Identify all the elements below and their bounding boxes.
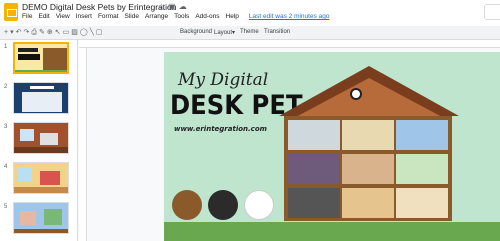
slide-url-text[interactable]: www.erintegration.com <box>174 125 267 133</box>
room-kitchen <box>342 154 394 184</box>
menu-tools[interactable]: Tools <box>174 13 189 20</box>
horizontal-ruler <box>79 40 500 48</box>
slide-thumbnail-panel: 1 2 3 4 5 <box>0 40 78 241</box>
vertical-ruler <box>79 48 87 241</box>
slide-thumbnail-4[interactable] <box>13 162 69 194</box>
brown-bear-pet-icon <box>172 190 202 220</box>
room-garage <box>396 188 448 218</box>
room-living <box>288 120 340 150</box>
menu-help[interactable]: Help <box>226 13 239 20</box>
move-folder-icon[interactable]: ▣ <box>168 2 179 11</box>
menu-view[interactable]: View <box>56 13 70 20</box>
slides-logo-icon[interactable] <box>4 3 18 21</box>
comment-icon[interactable]: ▢ <box>96 29 105 36</box>
slide-number: 4 <box>4 164 8 170</box>
slide-number: 2 <box>4 84 8 90</box>
background-button[interactable]: Background <box>180 29 212 35</box>
toolbar-icons: +▾↶↷⎙✎⊕↖▭▨◯╲▢ <box>4 28 105 37</box>
cloud-status-icon[interactable]: ☁ <box>179 2 190 11</box>
image-icon[interactable]: ▨ <box>71 29 80 36</box>
last-edit-link[interactable]: Last edit was 2 minutes ago <box>249 13 330 20</box>
menu-arrange[interactable]: Arrange <box>145 13 168 20</box>
menu-addons[interactable]: Add-ons <box>195 13 219 20</box>
grass-ground <box>164 222 500 241</box>
white-bear-pet-icon <box>244 190 274 220</box>
current-slide[interactable]: My Digital DESK PET www.erintegration.co… <box>164 52 500 241</box>
attic-room <box>294 78 444 118</box>
star-icon[interactable]: ☆ <box>158 2 168 11</box>
print-icon[interactable]: ⎙ <box>31 29 39 36</box>
slide-number: 3 <box>4 124 8 130</box>
document-title[interactable]: DEMO Digital Desk Pets by Erintegration <box>22 2 176 12</box>
slide-thumbnail-row[interactable]: 5 <box>0 202 77 238</box>
shape-icon[interactable]: ◯ <box>80 29 90 36</box>
slide-number: 1 <box>4 44 8 50</box>
layout-button[interactable]: Layout▾ <box>214 29 235 36</box>
panda-pet-icon <box>350 88 362 100</box>
paint-format-icon[interactable]: ✎ <box>39 29 47 36</box>
slide-thumbnail-3[interactable] <box>13 122 69 154</box>
select-cursor-icon[interactable]: ↖ <box>55 29 63 36</box>
slide-thumbnail-5[interactable] <box>13 202 69 234</box>
room-playroom <box>396 154 448 184</box>
zoom-icon[interactable]: ⊕ <box>47 29 55 36</box>
slide-number: 5 <box>4 204 8 210</box>
menu-edit[interactable]: Edit <box>38 13 49 20</box>
present-button[interactable] <box>484 4 500 20</box>
toolbar: +▾↶↷⎙✎⊕↖▭▨◯╲▢ Background Layout▾ Theme T… <box>0 26 500 40</box>
slide-thumbnail-row[interactable]: 3 <box>0 122 77 158</box>
menu-file[interactable]: File <box>22 13 32 20</box>
room-den <box>288 154 340 184</box>
theme-button[interactable]: Theme <box>240 29 259 35</box>
transition-button[interactable]: Transition <box>264 29 290 35</box>
slide-thumbnail-row[interactable]: 1 <box>0 42 77 78</box>
house-illustration <box>284 116 452 221</box>
black-bear-pet-icon <box>208 190 238 220</box>
room-bedroom <box>342 120 394 150</box>
slide-title-line1[interactable]: My Digital <box>178 70 268 90</box>
menu-slide[interactable]: Slide <box>125 13 139 20</box>
slide-thumbnail-1[interactable] <box>13 42 69 74</box>
room-study <box>342 188 394 218</box>
menu-bar: File Edit View Insert Format Slide Arran… <box>22 13 329 20</box>
room-basement <box>288 188 340 218</box>
menu-format[interactable]: Format <box>98 13 119 20</box>
text-box-icon[interactable]: ▭ <box>63 29 72 36</box>
menu-insert[interactable]: Insert <box>76 13 92 20</box>
app-header: DEMO Digital Desk Pets by Erintegration … <box>0 0 500 26</box>
title-actions: ☆▣☁ <box>158 2 190 11</box>
slide-thumbnail-row[interactable]: 2 <box>0 82 77 118</box>
slide-thumbnail-row[interactable]: 4 <box>0 162 77 198</box>
room-bath <box>396 120 448 150</box>
slide-thumbnail-2[interactable] <box>13 82 69 114</box>
